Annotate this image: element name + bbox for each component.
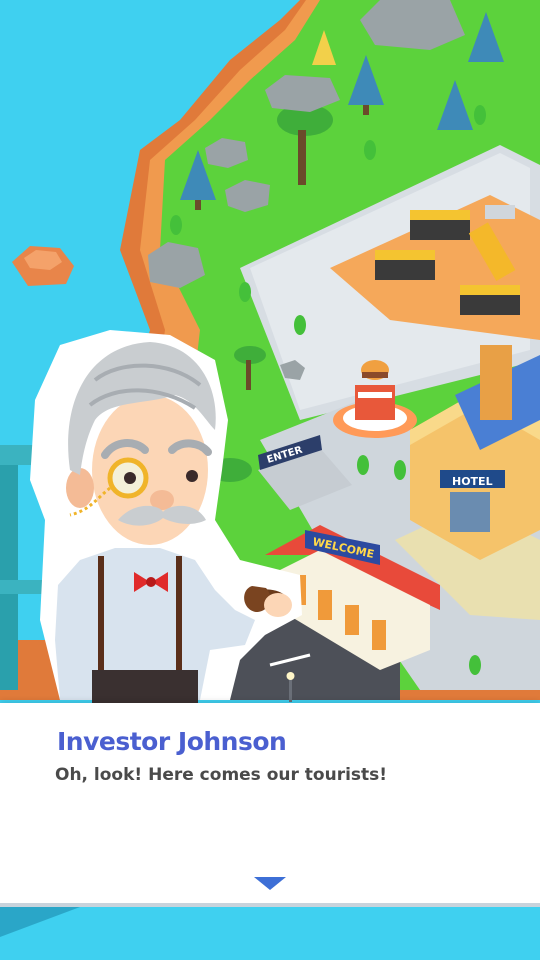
triangle-down-icon[interactable]: [254, 877, 286, 890]
dialog-box[interactable]: Investor Johnson Oh, look! Here comes ou…: [0, 703, 540, 907]
dialog-message: Oh, look! Here comes our tourists!: [55, 765, 388, 785]
speaker-name: Investor Johnson: [57, 727, 287, 756]
hotel-sign: HOTEL: [452, 475, 493, 488]
bottom-water-strip: [0, 907, 540, 960]
